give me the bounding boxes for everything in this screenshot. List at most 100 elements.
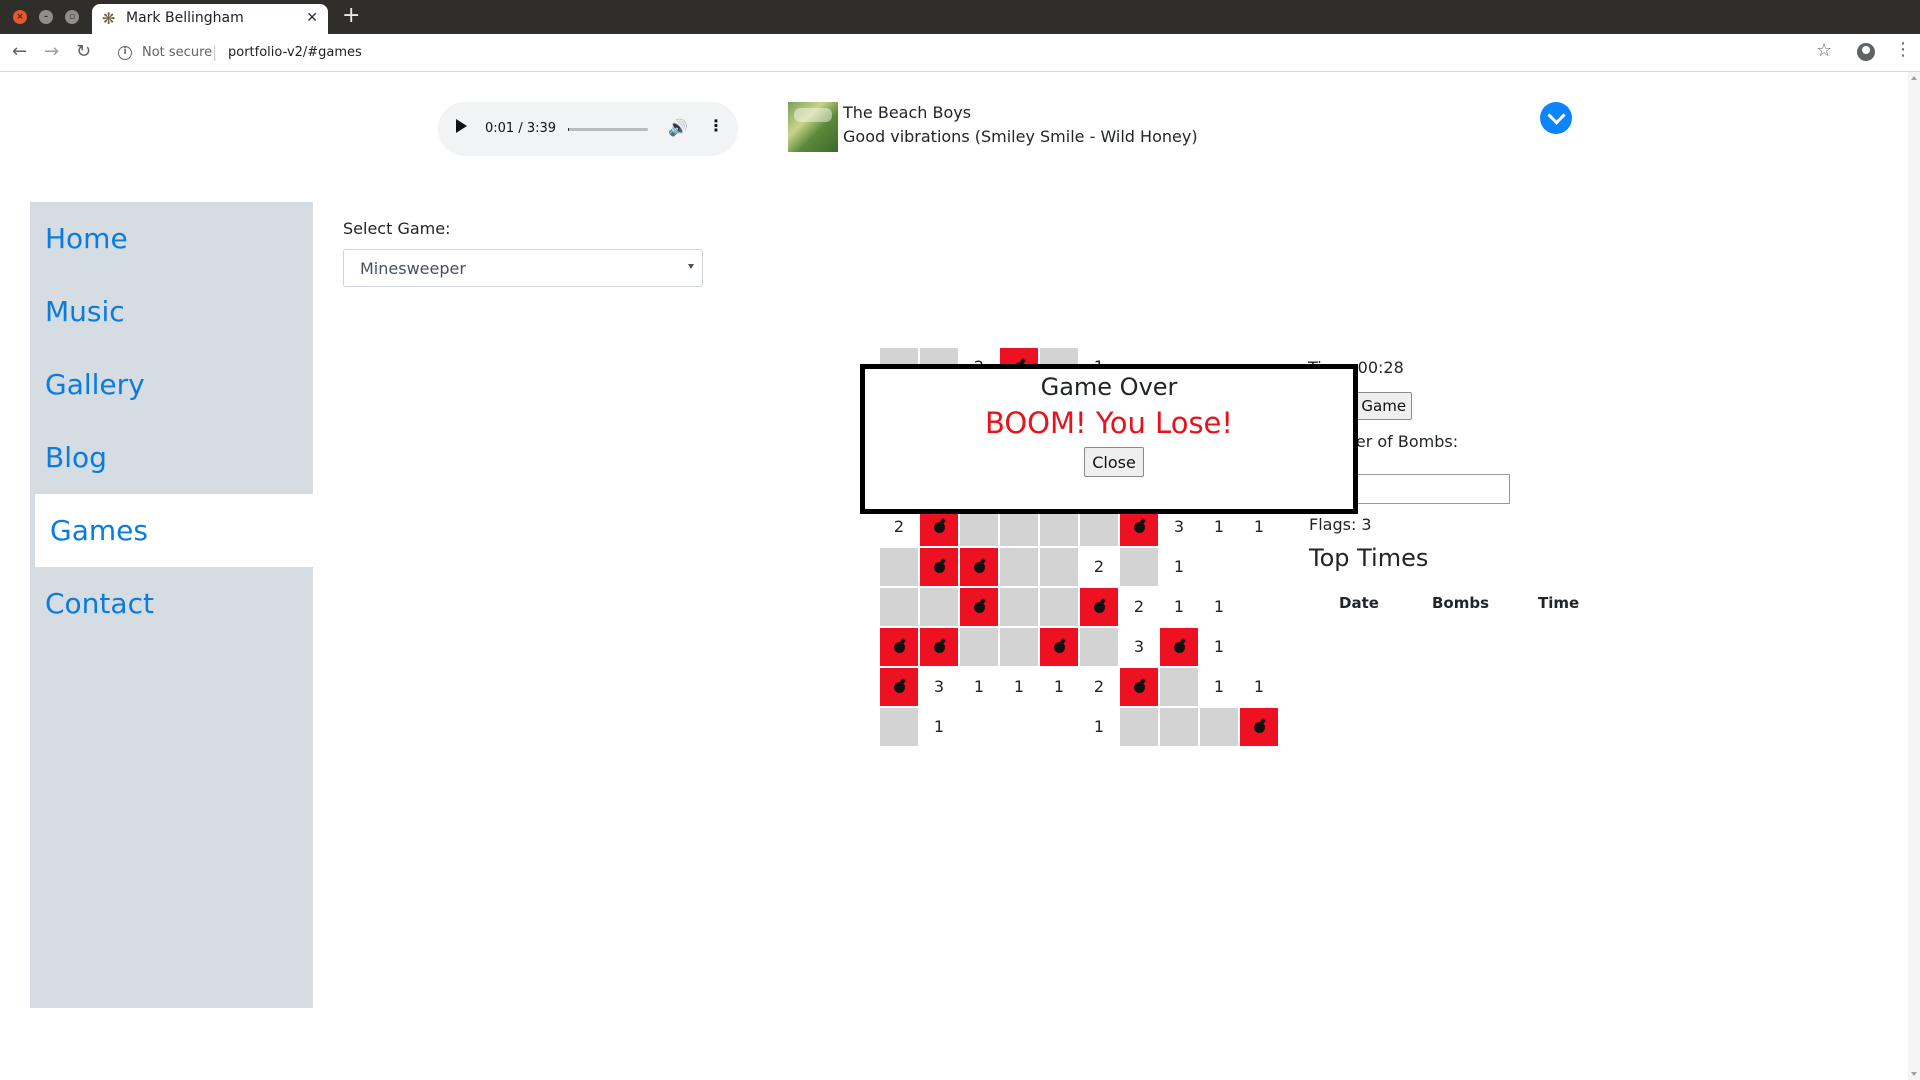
- revealed-number-cell[interactable]: 1: [1040, 668, 1078, 706]
- hidden-cell[interactable]: [1200, 708, 1238, 746]
- browser-menu-icon[interactable]: ⋮: [1894, 40, 1912, 60]
- bomb-cell[interactable]: [920, 628, 958, 666]
- revealed-number-cell[interactable]: 1: [1000, 668, 1038, 706]
- new-tab-icon[interactable]: +: [342, 4, 360, 28]
- window-minimize-icon[interactable]: –: [39, 10, 53, 24]
- bomb-icon: [894, 682, 905, 693]
- game-select-value: Minesweeper: [360, 259, 466, 278]
- revealed-number-cell[interactable]: 2: [1080, 668, 1118, 706]
- revealed-number-cell[interactable]: 1: [1200, 668, 1238, 706]
- modal-message: BOOM! You Lose!: [984, 406, 1234, 440]
- revealed-empty-cell[interactable]: [1240, 548, 1278, 586]
- audio-time: 0:01 / 3:39: [485, 121, 557, 136]
- revealed-number-cell[interactable]: 2: [1080, 548, 1118, 586]
- favicon-icon: ❋: [102, 9, 116, 28]
- scroll-up-icon[interactable]: [1911, 76, 1917, 80]
- bomb-cell[interactable]: [960, 588, 998, 626]
- omnibox[interactable]: i Not secure | portfolio-v2/#games: [110, 38, 1830, 68]
- revealed-number-cell[interactable]: 1: [1200, 628, 1238, 666]
- column-header-time: Time: [1538, 594, 1580, 612]
- hidden-cell[interactable]: [880, 548, 918, 586]
- sidebar-item-games[interactable]: Games: [35, 494, 313, 567]
- revealed-number-cell[interactable]: 1: [1080, 708, 1118, 746]
- bomb-icon: [974, 562, 985, 573]
- revealed-empty-cell[interactable]: [1240, 628, 1278, 666]
- playlist-dropdown-icon[interactable]: [1540, 102, 1572, 134]
- audio-progress-bar[interactable]: [568, 128, 648, 131]
- bookmark-star-icon[interactable]: ☆: [1816, 40, 1832, 61]
- window-close-icon[interactable]: ×: [13, 10, 27, 24]
- revealed-number-cell[interactable]: 1: [1160, 548, 1198, 586]
- chevron-down-icon: [688, 264, 694, 269]
- info-icon[interactable]: i: [118, 46, 132, 60]
- bomb-cell[interactable]: [1240, 708, 1278, 746]
- hidden-cell[interactable]: [880, 708, 918, 746]
- hidden-cell[interactable]: [880, 588, 918, 626]
- play-icon[interactable]: [456, 119, 467, 133]
- revealed-empty-cell[interactable]: [1000, 708, 1038, 746]
- profile-icon[interactable]: [1857, 43, 1875, 61]
- url-text[interactable]: portfolio-v2/#games: [228, 45, 362, 60]
- hidden-cell[interactable]: [960, 628, 998, 666]
- bomb-cell[interactable]: [1160, 628, 1198, 666]
- revealed-number-cell[interactable]: 2: [1120, 588, 1158, 626]
- bomb-cell[interactable]: [880, 628, 918, 666]
- hidden-cell[interactable]: [1000, 588, 1038, 626]
- sidebar-item-music[interactable]: Music: [30, 275, 313, 348]
- tab-close-icon[interactable]: ✕: [306, 10, 318, 26]
- sidebar-item-blog[interactable]: Blog: [30, 421, 313, 494]
- hidden-cell[interactable]: [1160, 708, 1198, 746]
- more-options-icon[interactable]: ⋮: [708, 117, 724, 135]
- hidden-cell[interactable]: [1040, 588, 1078, 626]
- revealed-number-cell[interactable]: 1: [920, 708, 958, 746]
- sidebar-item-gallery[interactable]: Gallery: [30, 348, 313, 421]
- forward-icon[interactable]: →: [44, 42, 59, 62]
- hidden-cell[interactable]: [1000, 628, 1038, 666]
- song-artist: The Beach Boys: [843, 103, 972, 122]
- revealed-number-cell[interactable]: 1: [1160, 588, 1198, 626]
- modal-close-button[interactable]: Close: [1084, 447, 1144, 477]
- revealed-empty-cell[interactable]: [1240, 588, 1278, 626]
- bomb-icon: [1134, 682, 1145, 693]
- flags-count: Flags: 3: [1309, 515, 1372, 534]
- bomb-cell[interactable]: [1040, 628, 1078, 666]
- sidebar-item-contact[interactable]: Contact: [30, 567, 313, 640]
- hidden-cell[interactable]: [1160, 668, 1198, 706]
- bomb-icon: [1174, 642, 1185, 653]
- hidden-cell[interactable]: [1120, 708, 1158, 746]
- back-icon[interactable]: ←: [12, 42, 27, 62]
- reload-icon[interactable]: ↻: [76, 42, 91, 62]
- revealed-number-cell[interactable]: 3: [1120, 628, 1158, 666]
- bomb-cell[interactable]: [1080, 588, 1118, 626]
- bomb-cell[interactable]: [920, 548, 958, 586]
- bomb-cell[interactable]: [880, 668, 918, 706]
- hidden-cell[interactable]: [1000, 548, 1038, 586]
- revealed-number-cell[interactable]: 1: [1200, 588, 1238, 626]
- volume-icon[interactable]: 🔊: [668, 119, 688, 137]
- revealed-number-cell[interactable]: 1: [1240, 668, 1278, 706]
- scroll-down-icon[interactable]: [1911, 1072, 1917, 1076]
- hidden-cell[interactable]: [920, 588, 958, 626]
- hidden-cell[interactable]: [1040, 548, 1078, 586]
- revealed-empty-cell[interactable]: [1040, 708, 1078, 746]
- revealed-number-cell[interactable]: 3: [920, 668, 958, 706]
- revealed-empty-cell[interactable]: [960, 708, 998, 746]
- column-header-date: Date: [1339, 594, 1379, 612]
- revealed-number-cell[interactable]: 1: [960, 668, 998, 706]
- bomb-icon: [1054, 642, 1065, 653]
- bomb-icon: [1094, 602, 1105, 613]
- hidden-cell[interactable]: [1080, 628, 1118, 666]
- bomb-icon: [974, 602, 985, 613]
- url-separator: |: [212, 43, 218, 61]
- sidebar-item-home[interactable]: Home: [30, 202, 313, 275]
- revealed-empty-cell[interactable]: [1200, 548, 1238, 586]
- browser-tab[interactable]: ❋ Mark Bellingham ✕: [92, 4, 328, 34]
- window-maximize-icon[interactable]: ▫: [65, 10, 79, 24]
- page-scrollbar[interactable]: [1908, 72, 1920, 1080]
- select-game-label: Select Game:: [343, 219, 451, 238]
- bomb-cell[interactable]: [1120, 668, 1158, 706]
- audio-player[interactable]: 0:01 / 3:39 🔊 ⋮: [438, 102, 738, 156]
- game-select[interactable]: Minesweeper: [343, 249, 703, 287]
- hidden-cell[interactable]: [1120, 548, 1158, 586]
- bomb-cell[interactable]: [960, 548, 998, 586]
